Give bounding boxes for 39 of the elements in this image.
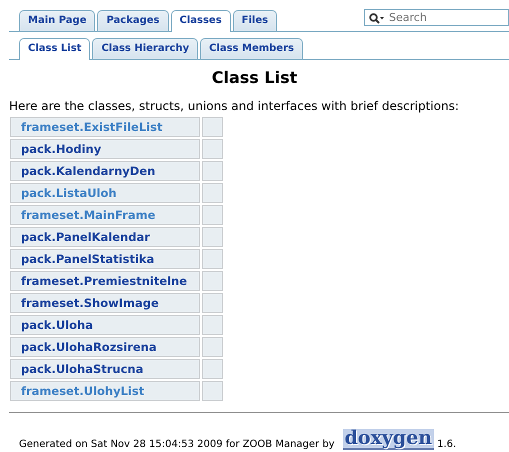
intro-text: Here are the classes, structs, unions and interfaces with brief descriptions:: [9, 99, 460, 113]
sub-tab[interactable]: Class Hierarchy: [92, 38, 198, 59]
sub-tab[interactable]: Class List: [19, 38, 90, 60]
table-cell: [202, 227, 223, 247]
class-link[interactable]: pack.Hodiny: [21, 142, 102, 156]
class-link[interactable]: pack.ListaUloh: [21, 186, 117, 200]
version-text: 1.6.: [437, 439, 456, 450]
nav-tab[interactable]: Classes: [170, 10, 231, 32]
table-cell: [202, 117, 223, 137]
table-cell: [202, 315, 223, 335]
nav-tab[interactable]: Main Page: [19, 10, 96, 31]
class-link[interactable]: frameset.UlohyList: [21, 384, 144, 398]
table-cell: [202, 183, 223, 203]
table-cell: [202, 205, 223, 225]
class-link[interactable]: pack.UlohaRozsirena: [21, 340, 157, 354]
search-field[interactable]: Search: [364, 9, 509, 26]
table-cell: [202, 249, 223, 269]
table-cell: [202, 381, 223, 401]
nav-tab[interactable]: Packages: [97, 10, 169, 31]
sub-tab[interactable]: Class Members: [200, 38, 303, 59]
class-link[interactable]: pack.PanelKalendar: [21, 230, 150, 244]
table-cell: [202, 139, 223, 159]
class-link[interactable]: frameset.ExistFileList: [21, 120, 162, 134]
page-title: Class List: [210, 69, 298, 87]
class-link[interactable]: frameset.Premiestnitelne: [21, 274, 188, 288]
table-cell: [202, 161, 223, 181]
footer-text: Generated on Sat Nov 28 15:04:53 2009 for ZOOB Manager by: [19, 439, 335, 450]
class-link[interactable]: pack.PanelStatistika: [21, 252, 154, 266]
class-link[interactable]: pack.Uloha: [21, 318, 93, 332]
nav-tab[interactable]: Files: [232, 10, 278, 31]
class-link[interactable]: pack.UlohaStrucna: [21, 362, 144, 376]
table-cell: [202, 293, 223, 313]
table-cell: [202, 271, 223, 291]
doxygen-logo[interactable]: doxygen: [342, 429, 434, 450]
table-cell: [202, 337, 223, 357]
table-cell: [202, 359, 223, 379]
class-link[interactable]: frameset.ShowImage: [21, 296, 159, 310]
class-link[interactable]: frameset.MainFrame: [21, 208, 156, 222]
class-link[interactable]: pack.KalendarnyDen: [21, 164, 156, 178]
